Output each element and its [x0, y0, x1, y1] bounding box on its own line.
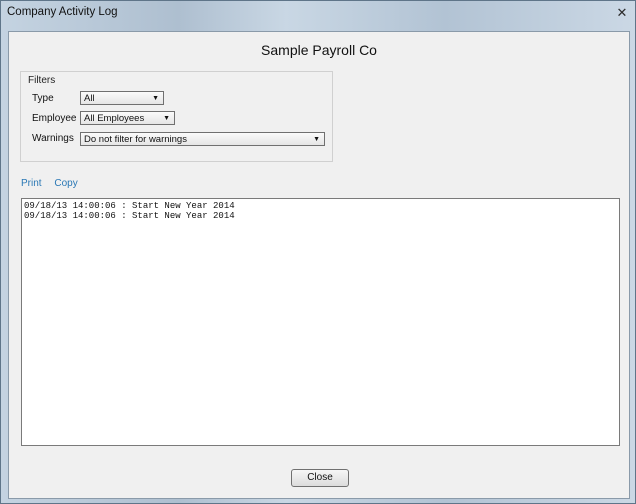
close-icon[interactable]: ✕ — [615, 6, 629, 19]
chevron-down-icon: ▼ — [163, 115, 170, 122]
close-button[interactable]: Close — [291, 469, 349, 487]
title-bar: Company Activity Log ✕ — [1, 1, 635, 25]
type-select-value: All — [84, 93, 95, 104]
type-label: Type — [32, 93, 54, 104]
log-line: 09/18/13 14:00:06 : Start New Year 2014 — [24, 201, 235, 211]
copy-link[interactable]: Copy — [54, 178, 77, 189]
employee-label: Employee — [32, 113, 77, 124]
dialog-client-area: Sample Payroll Co Filters Type All ▼ Emp… — [8, 31, 630, 499]
employee-select-value: All Employees — [84, 113, 145, 124]
company-name: Sample Payroll Co — [261, 42, 377, 58]
activity-log-textbox[interactable]: 09/18/13 14:00:06 : Start New Year 2014 … — [21, 198, 620, 446]
type-select[interactable]: All ▼ — [80, 91, 164, 105]
print-link[interactable]: Print — [21, 178, 42, 189]
log-line: 09/18/13 14:00:06 : Start New Year 2014 — [24, 211, 235, 221]
chevron-down-icon: ▼ — [152, 95, 159, 102]
window-frame: Company Activity Log ✕ Sample Payroll Co… — [0, 0, 636, 504]
warnings-label: Warnings — [32, 133, 74, 144]
warnings-select[interactable]: Do not filter for warnings ▼ — [80, 132, 325, 146]
warnings-select-value: Do not filter for warnings — [84, 134, 187, 145]
window-title: Company Activity Log — [7, 6, 118, 18]
action-links: Print Copy — [21, 178, 88, 189]
employee-select[interactable]: All Employees ▼ — [80, 111, 175, 125]
chevron-down-icon: ▼ — [313, 136, 320, 143]
filters-group: Filters Type All ▼ Employee All Employee… — [20, 71, 333, 162]
filters-legend: Filters — [28, 75, 56, 86]
